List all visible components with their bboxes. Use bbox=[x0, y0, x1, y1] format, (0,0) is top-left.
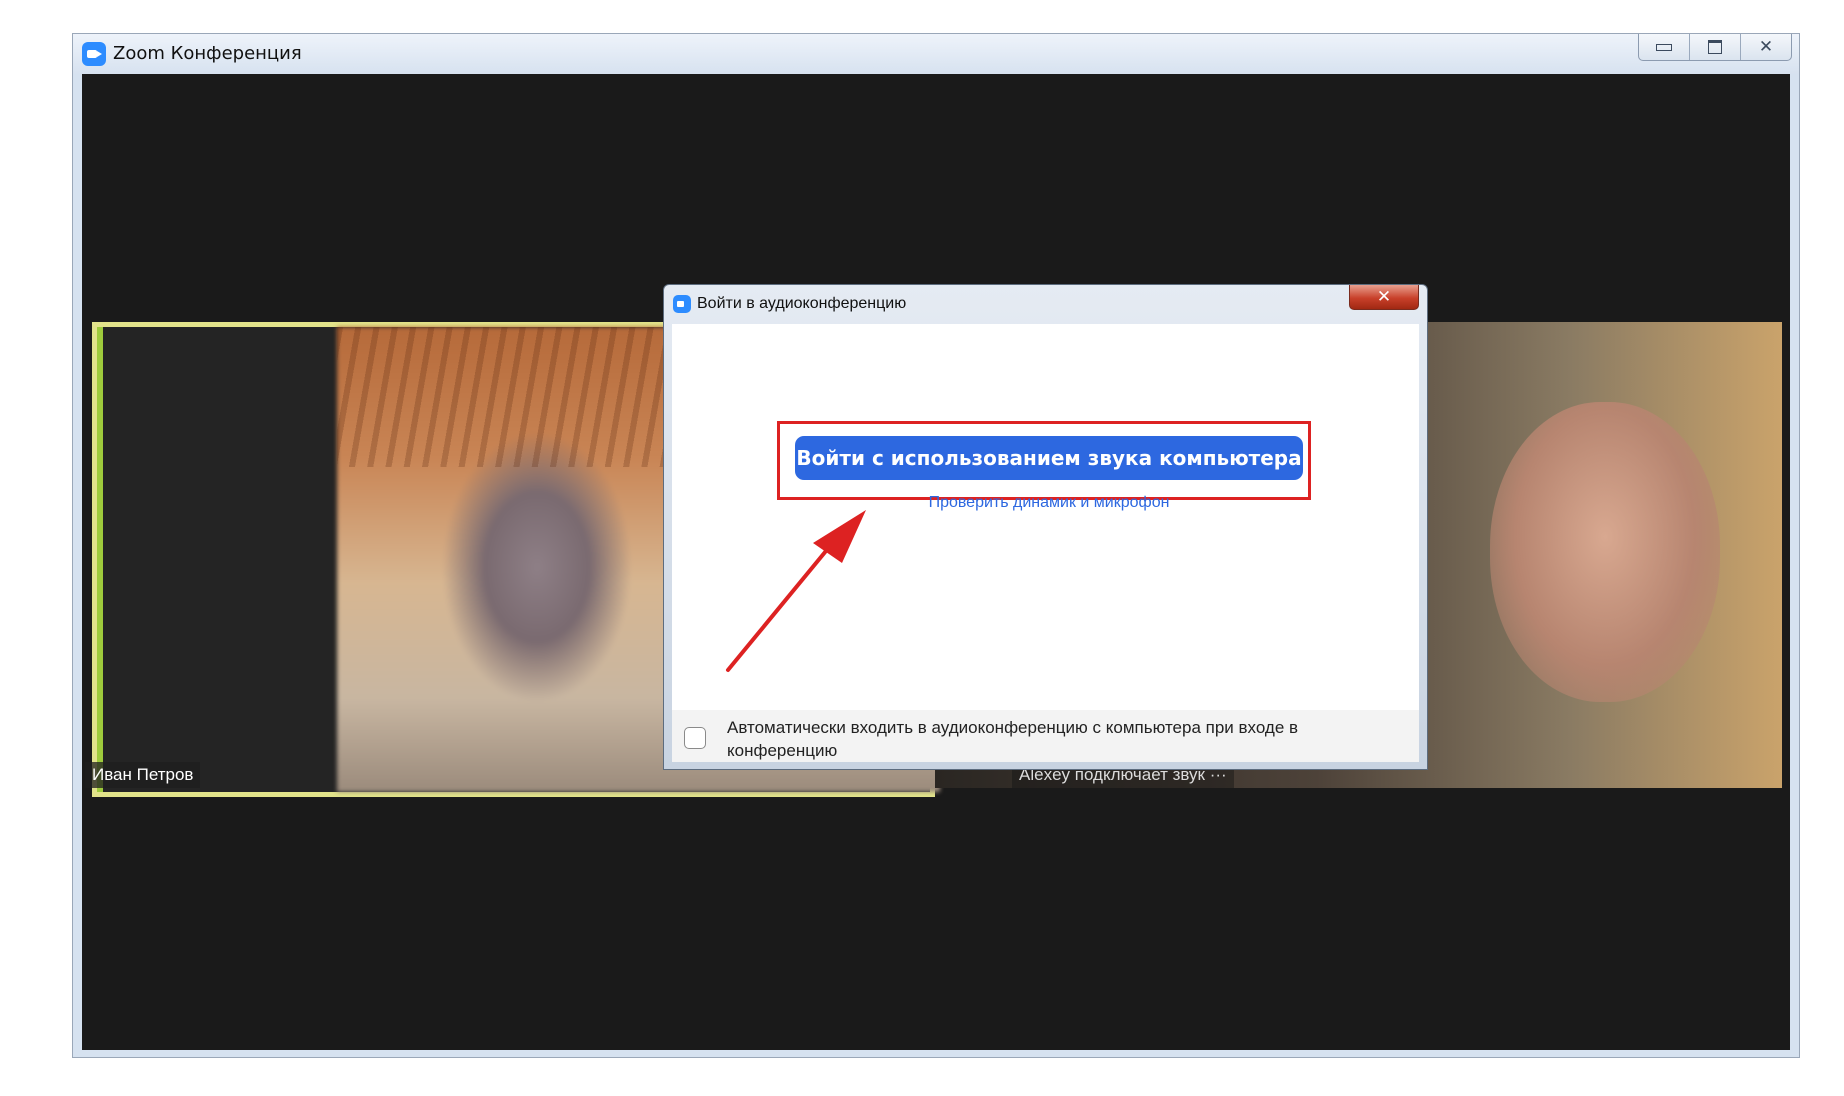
annotation-arrow-icon bbox=[726, 510, 866, 672]
